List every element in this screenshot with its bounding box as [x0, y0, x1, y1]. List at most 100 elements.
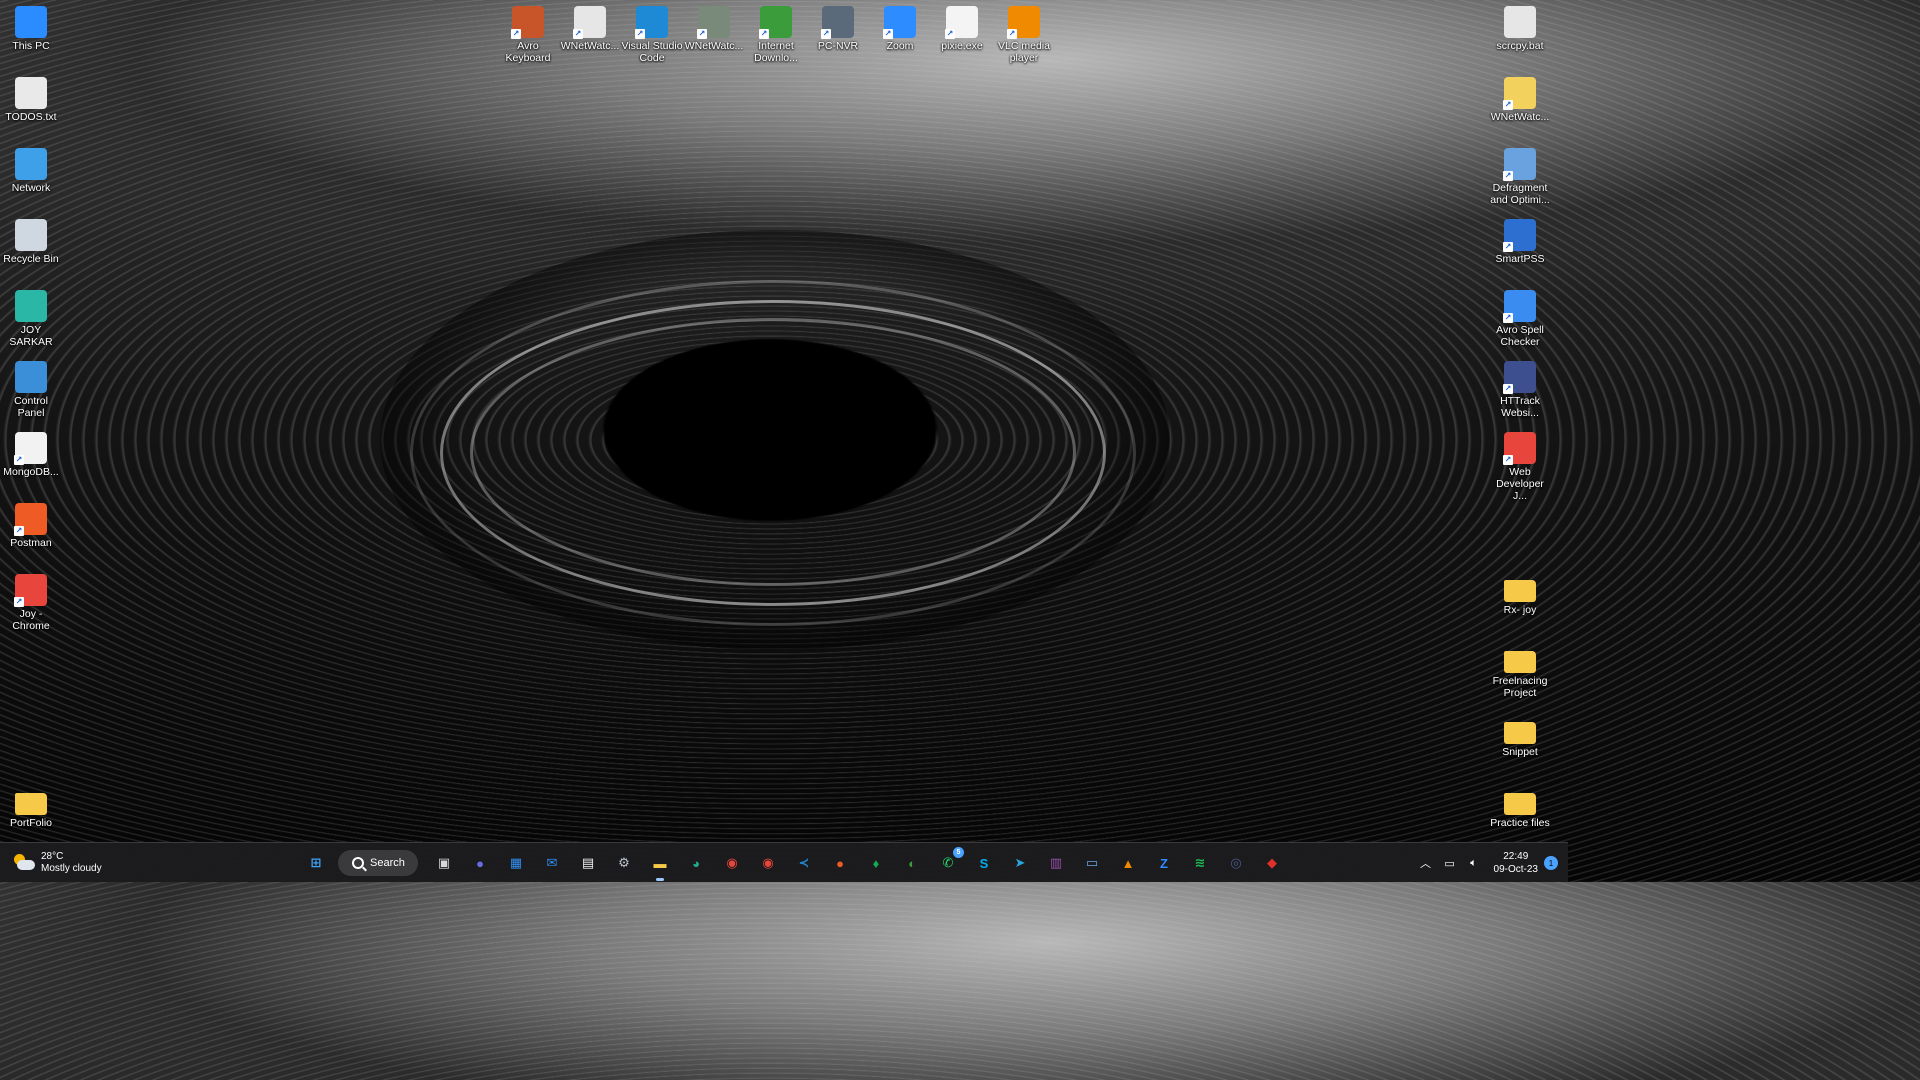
shortcut-arrow-icon: ↗	[511, 29, 521, 39]
desktop-icon-wnetwatcher-3[interactable]: ↗ WNetWatc...	[1489, 73, 1551, 123]
desktop-icon-avro-keyboard[interactable]: ↗ Avro Keyboard	[497, 2, 559, 64]
taskbar-store[interactable]: ▤	[576, 851, 600, 875]
shortcut-arrow-icon: ↗	[1503, 455, 1513, 465]
taskbar-spotify[interactable]: ≋	[1188, 851, 1212, 875]
shortcut-arrow-icon: ↗	[573, 29, 583, 39]
desktop-icon-practice-files[interactable]: Practice files	[1489, 783, 1551, 829]
wallpaper-ripple	[440, 300, 1106, 606]
desktop-icon-pixie-exe[interactable]: ↗ pixie.exe	[931, 2, 993, 52]
network-icon[interactable]: ▭	[1441, 854, 1459, 872]
weather-temperature: 28°C	[41, 851, 64, 862]
desktop-icon-wnetwatcher-1[interactable]: ↗ WNetWatc...	[559, 2, 621, 52]
desktop-icon-vlc-media-player[interactable]: ↗ VLC media player	[993, 2, 1055, 64]
vlc-icon: ↗	[1007, 6, 1040, 39]
notification-center-icon[interactable]: 1	[1544, 856, 1558, 870]
taskbar-start[interactable]: ⊞	[304, 851, 328, 875]
shortcut-arrow-icon: ↗	[14, 455, 24, 465]
taskbar-apps: ⊞ Search ▣ ● ▦ ✉ ▤ ⚙ ▬ ◕ ◉ ◉ ≺ ● ♦ ◐ ✆ 5 S ➤ ▥ ▭ ▲ Z ≋ ◎ ◆	[298, 847, 1290, 881]
taskbar-vlc[interactable]: ▲	[1116, 851, 1140, 875]
taskbar-widgets[interactable]: ▦	[504, 851, 528, 875]
weather-condition: Mostly cloudy	[41, 863, 102, 874]
desktop-icon-pc-nvr[interactable]: ↗ PC-NVR	[807, 2, 869, 52]
shortcut-arrow-icon: ↗	[14, 597, 24, 607]
folder-icon	[1504, 651, 1536, 673]
taskbar-idm[interactable]: ◐	[900, 851, 924, 875]
desktop-icon-joy-chrome[interactable]: ↗ Joy - Chrome	[0, 570, 62, 632]
desktop-icon-label: Avro Keyboard	[505, 40, 551, 64]
chevron-up-icon[interactable]: ︿	[1417, 854, 1435, 872]
desktop-icon-freelnacing-project[interactable]: Freelnacing Project	[1489, 641, 1551, 699]
desktop-icon-label: HTTrack Websi...	[1500, 395, 1540, 419]
taskbar-postman[interactable]: ●	[828, 851, 852, 875]
taskbar-settings[interactable]: ⚙	[612, 851, 636, 875]
desktop-icon-visual-studio-code[interactable]: ↗ Visual Studio Code	[621, 2, 683, 64]
desktop-icon-avro-spell-checker[interactable]: ↗ Avro Spell Checker	[1489, 286, 1551, 348]
taskbar-whatsapp[interactable]: ✆ 5	[936, 847, 964, 875]
clock[interactable]: 22:49 09-Oct-23	[1494, 850, 1538, 876]
desktop-icon-label: Avro Spell Checker	[1496, 324, 1544, 348]
notification-badge: 5	[953, 847, 964, 858]
desktop-icon-postman[interactable]: ↗ Postman	[0, 499, 62, 549]
desktop-icon-zoom[interactable]: ↗ Zoom	[869, 2, 931, 52]
shortcut-arrow-icon: ↗	[1503, 384, 1513, 394]
taskbar-task-view[interactable]: ▣	[432, 851, 456, 875]
desktop-icon-defragment[interactable]: ↗ Defragment and Optimi...	[1489, 144, 1551, 206]
desktop-icon-smartpss[interactable]: ↗ SmartPSS	[1489, 215, 1551, 265]
taskbar-telegram[interactable]: ➤	[1008, 851, 1032, 875]
desktop-icon-recycle-bin[interactable]: Recycle Bin	[0, 215, 62, 265]
help-file-icon: ↗	[1503, 77, 1536, 110]
desktop-icon-label: Network	[11, 182, 51, 194]
desktop-icon-scrcpy-bat[interactable]: scrcpy.bat	[1489, 2, 1551, 52]
system-tray: ︿ ▭ 🔈︎ 22:49 09-Oct-23 1	[1414, 847, 1558, 879]
desktop-icon-mongodb[interactable]: ↗ MongoDB...	[0, 428, 62, 478]
shortcut-arrow-icon: ↗	[883, 29, 893, 39]
desktop-icon-this-pc[interactable]: This PC	[0, 2, 62, 52]
mongodb-icon: ↗	[14, 432, 47, 465]
taskbar-winrar[interactable]: ▥	[1044, 851, 1068, 875]
httrack-icon: ↗	[1503, 361, 1536, 394]
desktop-icon-label: MongoDB...	[3, 466, 59, 478]
defrag-icon: ↗	[1503, 148, 1536, 181]
weather-widget[interactable]: 28°C Mostly cloudy	[12, 849, 102, 877]
taskbar-zoom[interactable]: Z	[1152, 851, 1176, 875]
taskbar-mail[interactable]: ✉	[540, 851, 564, 875]
taskbar-edge[interactable]: ◕	[684, 851, 708, 875]
desktop-icon-label: VLC media player	[998, 40, 1050, 64]
desktop-icon-label: JOY SARKAR	[9, 324, 53, 348]
taskbar-search[interactable]: Search	[338, 850, 418, 876]
chrome-icon: ↗	[14, 574, 47, 607]
desktop-icon-internet-download-manager[interactable]: ↗ Internet Downlo...	[745, 2, 807, 64]
shortcut-arrow-icon: ↗	[14, 526, 24, 536]
desktop-icon-portfolio[interactable]: PortFolio	[0, 783, 62, 829]
desktop-icon-web-developer-chrome[interactable]: ↗ Web Developer J...	[1489, 428, 1551, 502]
desktop-icon-label: Recycle Bin	[3, 253, 59, 265]
taskbar-mongodb[interactable]: ♦	[864, 851, 888, 875]
desktop-icon-network[interactable]: Network	[0, 144, 62, 194]
clock-time: 22:49	[1503, 851, 1529, 862]
monitor-icon	[15, 6, 47, 38]
taskbar-file-explorer[interactable]: ▬	[648, 851, 672, 881]
volume-icon[interactable]: 🔈︎	[1465, 854, 1483, 872]
desktop-icon-joy-sarkar[interactable]: JOY SARKAR	[0, 286, 62, 348]
wallpaper-ripple	[410, 280, 1136, 626]
taskbar-chrome-2[interactable]: ◉	[756, 851, 780, 875]
desktop-icon-httrack[interactable]: ↗ HTTrack Websi...	[1489, 357, 1551, 419]
desktop-icon-wnetwatcher-2[interactable]: ↗ WNetWatc...	[683, 2, 745, 52]
taskbar-anydesk[interactable]: ◆	[1260, 851, 1284, 875]
vscode-icon: ↗	[635, 6, 668, 39]
recycle-bin-icon	[15, 219, 47, 251]
taskbar-skype[interactable]: S	[972, 851, 996, 875]
taskbar-remote-desktop[interactable]: ▭	[1080, 851, 1104, 875]
desktop-icon-snippet[interactable]: Snippet	[1489, 712, 1551, 758]
desktop-icon-control-panel[interactable]: Control Panel	[0, 357, 62, 419]
taskbar-vscode[interactable]: ≺	[792, 851, 816, 875]
taskbar-teams-chat[interactable]: ●	[468, 851, 492, 875]
taskbar-chrome-1[interactable]: ◉	[720, 851, 744, 875]
desktop-icon-todos-txt[interactable]: TODOS.txt	[0, 73, 62, 123]
avro-keyboard-icon: ↗	[511, 6, 544, 39]
gear-file-icon	[1504, 6, 1536, 38]
desktop-icon-rx-joy[interactable]: Rx- joy	[1489, 570, 1551, 616]
wallpaper-ripple	[470, 318, 1076, 586]
shortcut-arrow-icon: ↗	[635, 29, 645, 39]
taskbar-camera-app[interactable]: ◎	[1224, 851, 1248, 875]
